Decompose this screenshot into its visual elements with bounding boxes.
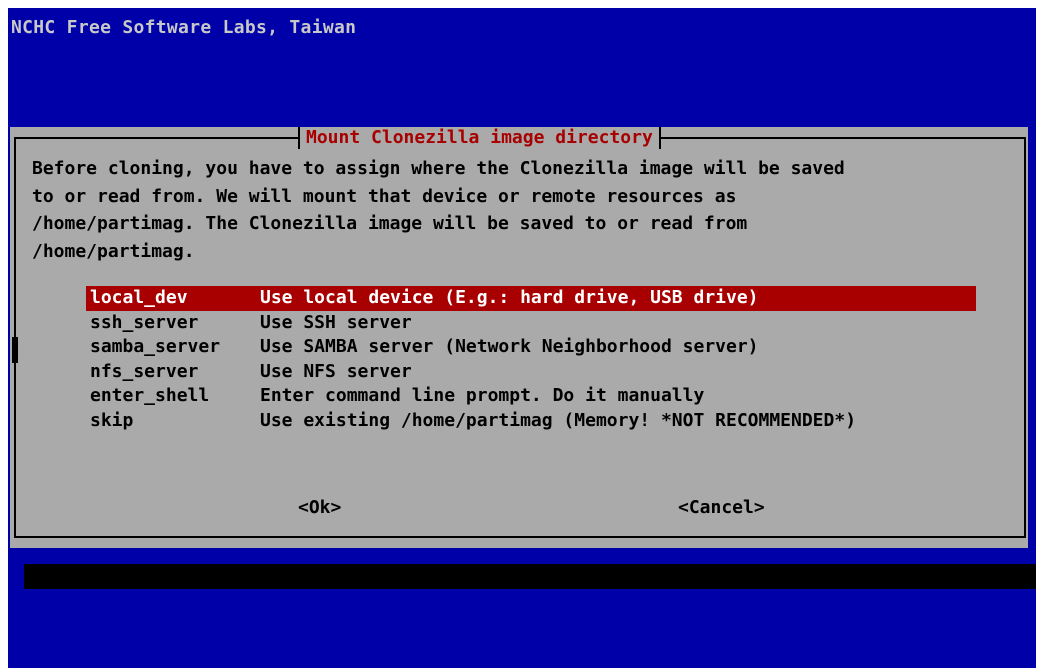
menu-item-nfs-server[interactable]: nfs_server Use NFS server [86, 360, 976, 385]
menu-item-tag: skip [90, 409, 134, 431]
menu-item-tag: nfs_server [90, 360, 199, 382]
menu-item-skip[interactable]: skip Use existing /home/partimag (Memory… [86, 409, 976, 434]
prompt-line: /home/partimag. The Clonezilla image wil… [32, 213, 748, 234]
dialog-title: Mount Clonezilla image directory [298, 127, 661, 149]
menu-item-tag: enter_shell [90, 385, 210, 406]
menu-item-tag: samba_server [90, 336, 221, 357]
menu-item-desc: Use NFS server [260, 360, 412, 382]
backtitle: NCHC Free Software Labs, Taiwan [11, 17, 357, 38]
prompt-line: to or read from. We will mount that devi… [32, 185, 737, 207]
dialog-prompt: Before cloning, you have to assign where… [32, 155, 1022, 265]
menu-item-desc: Use SSH server [260, 311, 412, 333]
prompt-line: Before cloning, you have to assign where… [32, 158, 845, 179]
terminal-screen: NCHC Free Software Labs, Taiwan Mount Cl… [8, 8, 1036, 668]
menu-item-local-dev[interactable]: local_dev Use local device (E.g.: hard d… [86, 286, 976, 311]
menu-item-desc: Use SAMBA server (Network Neighborhood s… [260, 336, 759, 357]
scroll-indicator [12, 337, 18, 363]
ok-button[interactable]: <Ok> [298, 497, 341, 518]
menu-list: local_dev Use local device (E.g.: hard d… [86, 286, 976, 433]
menu-item-enter-shell[interactable]: enter_shell Enter command line prompt. D… [86, 384, 976, 409]
menu-item-desc: Enter command line prompt. Do it manuall… [260, 385, 705, 406]
menu-item-tag: local_dev [90, 287, 188, 308]
prompt-line: /home/partimag. [32, 240, 195, 262]
menu-item-samba-server[interactable]: samba_server Use SAMBA server (Network N… [86, 335, 976, 360]
mount-dialog: Mount Clonezilla image directory Before … [10, 127, 1028, 548]
cancel-button[interactable]: <Cancel> [678, 497, 765, 518]
dialog-shadow [24, 564, 1036, 589]
menu-item-desc: Use existing /home/partimag (Memory! *NO… [260, 409, 857, 431]
menu-item-desc: Use local device (E.g.: hard drive, USB … [260, 287, 759, 308]
menu-item-ssh-server[interactable]: ssh_server Use SSH server [86, 311, 976, 336]
menu-item-tag: ssh_server [90, 311, 199, 333]
